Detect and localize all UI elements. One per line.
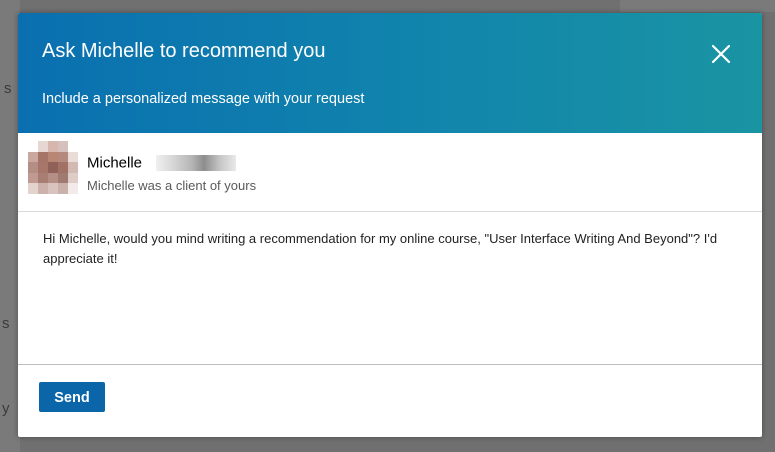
redacted-last-name (156, 154, 237, 171)
avatar[interactable] (28, 141, 78, 194)
dialog-header: Ask Michelle to recommend you Include a … (18, 13, 762, 133)
close-icon[interactable] (708, 41, 734, 67)
message-text[interactable]: Hi Michelle, would you mind writing a re… (43, 229, 733, 269)
backdrop-text: s (4, 80, 12, 97)
backdrop-panel (620, 0, 775, 12)
recipient-name-row: Michelle (87, 154, 237, 174)
recipient-name: Michelle (87, 154, 143, 172)
dialog-title: Ask Michelle to recommend you (42, 40, 326, 62)
backdrop-panel (0, 0, 20, 452)
message-textarea[interactable]: Hi Michelle, would you mind writing a re… (18, 212, 762, 365)
recommendation-request-dialog: Ask Michelle to recommend you Include a … (18, 13, 762, 437)
recipient-row: Michelle Michelle was a client of yours (18, 133, 762, 212)
dialog-subtitle: Include a personalized message with your… (42, 91, 365, 107)
backdrop-text: s (2, 315, 10, 332)
send-button[interactable]: Send (39, 382, 105, 412)
backdrop-text: y (2, 400, 10, 417)
recipient-relationship: Michelle was a client of yours (87, 178, 257, 193)
